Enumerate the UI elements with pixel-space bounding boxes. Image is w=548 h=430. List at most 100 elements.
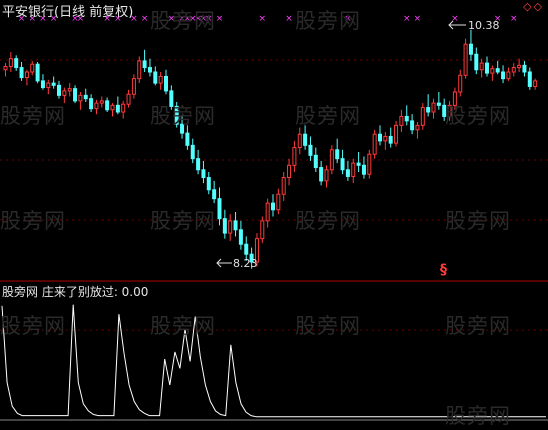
candle bbox=[495, 60, 500, 75]
candle bbox=[169, 85, 174, 110]
candle bbox=[30, 60, 35, 76]
chart-stage: × × × × ×× × × × × × ×××××× × × × × × × × × × bbox=[0, 14, 548, 421]
candle bbox=[233, 212, 238, 237]
signal-x-marker: × bbox=[259, 14, 267, 24]
candle bbox=[394, 120, 399, 147]
candle bbox=[383, 132, 388, 150]
candle bbox=[303, 125, 308, 150]
candle bbox=[164, 69, 168, 95]
signal-x-marker: × bbox=[344, 14, 352, 24]
candle bbox=[329, 145, 334, 175]
candle bbox=[142, 49, 147, 72]
candle bbox=[190, 138, 195, 164]
candle bbox=[105, 97, 110, 112]
candle bbox=[67, 83, 72, 97]
signal-x-marker: × bbox=[510, 14, 518, 24]
candle bbox=[99, 96, 104, 108]
candle bbox=[367, 149, 372, 179]
candle bbox=[324, 165, 329, 188]
candle bbox=[46, 79, 51, 95]
candle bbox=[94, 99, 99, 115]
candle bbox=[426, 94, 431, 117]
candle bbox=[153, 66, 158, 86]
candle bbox=[212, 180, 217, 204]
candle bbox=[180, 116, 185, 139]
candle bbox=[399, 109, 404, 132]
candle bbox=[287, 158, 292, 186]
candle bbox=[3, 63, 8, 77]
signal-x-marker: × bbox=[403, 14, 411, 24]
candle bbox=[292, 140, 297, 172]
candle bbox=[137, 56, 142, 84]
candle bbox=[474, 47, 479, 75]
indicator-line bbox=[1, 304, 546, 418]
candle bbox=[281, 172, 286, 201]
candle bbox=[83, 88, 88, 102]
candle bbox=[276, 188, 281, 215]
candle bbox=[196, 149, 201, 175]
candle bbox=[351, 158, 356, 184]
candle bbox=[388, 127, 393, 148]
candle bbox=[222, 209, 227, 239]
candle bbox=[415, 122, 420, 139]
candle bbox=[356, 152, 361, 172]
candle bbox=[201, 160, 206, 184]
candle bbox=[78, 92, 83, 110]
candle bbox=[51, 76, 56, 89]
candle bbox=[174, 102, 179, 128]
candle bbox=[57, 80, 61, 99]
candle bbox=[319, 160, 324, 186]
candle bbox=[131, 74, 136, 99]
candle bbox=[506, 67, 511, 81]
candle bbox=[533, 78, 538, 90]
candle bbox=[238, 220, 243, 250]
candlestick-series bbox=[3, 29, 538, 269]
candle bbox=[40, 74, 45, 90]
candle bbox=[335, 138, 340, 164]
signal-x-marker: × bbox=[168, 14, 176, 24]
candle bbox=[24, 69, 29, 86]
low-arrow bbox=[216, 258, 232, 268]
candle bbox=[410, 114, 415, 135]
signal-x-marker: × bbox=[414, 14, 422, 24]
candle bbox=[522, 60, 527, 77]
signal-mark: § bbox=[440, 262, 447, 278]
signal-x-marker: × bbox=[285, 14, 293, 24]
candle bbox=[490, 65, 495, 81]
candle bbox=[404, 105, 409, 126]
indicator-title: 股旁网 庄来了别放过: 0.00 bbox=[2, 285, 149, 299]
signal-x-marker: × bbox=[216, 14, 224, 24]
candle bbox=[345, 160, 350, 181]
candle bbox=[19, 62, 24, 81]
candle bbox=[260, 216, 265, 244]
candle bbox=[62, 87, 67, 104]
candle bbox=[206, 172, 211, 195]
main-chart-title: 平安银行(日线 前复权) bbox=[2, 5, 134, 20]
candle bbox=[271, 194, 275, 217]
candle bbox=[121, 100, 126, 119]
candle bbox=[115, 96, 120, 115]
candle bbox=[265, 198, 270, 228]
candle bbox=[14, 55, 19, 71]
corner-marks: ◇◇ bbox=[523, 0, 544, 13]
candle bbox=[501, 65, 506, 84]
candle bbox=[158, 72, 163, 90]
candle bbox=[313, 147, 318, 172]
candle bbox=[378, 125, 382, 146]
candle bbox=[340, 149, 345, 175]
signal-x-marker: × bbox=[205, 14, 213, 24]
candle bbox=[479, 58, 484, 78]
candle bbox=[431, 98, 436, 119]
signal-x-marker: × bbox=[141, 14, 149, 24]
candle bbox=[361, 156, 366, 179]
candle bbox=[436, 92, 441, 110]
candle bbox=[511, 63, 516, 77]
high-price-label: 10.38 bbox=[468, 19, 500, 32]
candle bbox=[308, 136, 313, 161]
candle bbox=[458, 69, 463, 97]
candle bbox=[452, 87, 457, 110]
candle bbox=[297, 127, 302, 155]
candle bbox=[517, 58, 522, 72]
candle bbox=[147, 58, 152, 77]
candle bbox=[485, 56, 489, 77]
